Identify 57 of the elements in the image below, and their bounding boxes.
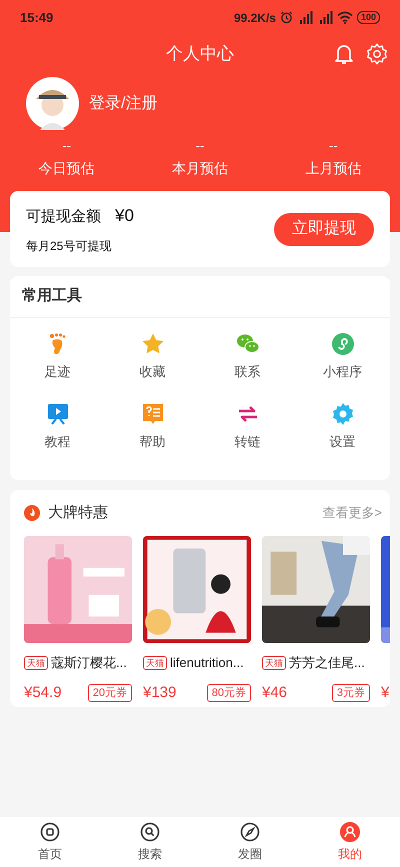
video-board-icon	[46, 402, 70, 426]
stat-value: --	[328, 138, 338, 154]
product-price: ¥46	[262, 683, 288, 703]
product-name[interactable]: 蔻斯汀樱花...	[51, 653, 127, 673]
stat-value: --	[196, 138, 204, 154]
withdraw-note: 每月25号可提现	[26, 238, 112, 255]
coupon-tag: 80元券	[206, 684, 251, 702]
alarm-icon	[280, 11, 293, 24]
stat-label: 本月预估	[172, 159, 228, 178]
section-title: 大牌特惠	[48, 502, 108, 523]
tmall-tag: 天猫	[143, 656, 167, 670]
tool-item[interactable]: 设置	[295, 402, 390, 472]
tool-item[interactable]: 收藏	[105, 332, 200, 402]
tool-item[interactable]: 帮助	[105, 402, 200, 472]
star-icon	[140, 332, 164, 356]
tool-item[interactable]: 小程序	[295, 332, 390, 402]
withdraw-amount: ¥0	[115, 205, 134, 228]
tool-item[interactable]: 联系	[200, 332, 295, 402]
compass-icon	[240, 822, 260, 842]
settings-icon[interactable]	[366, 43, 388, 65]
product-price: ¥54.9	[24, 683, 62, 703]
tmall-tag: 天猫	[24, 656, 48, 670]
tmall-tag: 天猫	[262, 656, 286, 670]
link-circle-icon	[330, 332, 354, 356]
nav-tab[interactable]: 首页	[0, 817, 100, 867]
stat-label: 今日预估	[38, 159, 95, 178]
withdraw-button[interactable]: 立即提现	[274, 212, 374, 246]
wifi-icon	[336, 11, 353, 24]
tool-item[interactable]: 教程	[10, 402, 105, 472]
network-speed: 99.2K/s	[234, 10, 276, 26]
stat-value: --	[62, 138, 71, 154]
home-circle-icon	[40, 822, 60, 842]
help-list-icon	[140, 402, 164, 426]
tool-item[interactable]: 转链	[200, 402, 295, 472]
withdraw-label: 可提现金额	[26, 207, 101, 228]
product-name[interactable]: lifenutrition...	[170, 653, 244, 673]
user-icon	[340, 822, 360, 842]
status-time: 15:49	[20, 8, 54, 27]
avatar-icon[interactable]	[26, 77, 79, 130]
stat-label: 上月预估	[305, 159, 362, 178]
coupon-tag: 3元券	[332, 684, 370, 702]
section-title: 常用工具	[22, 286, 82, 306]
battery-indicator: 100	[356, 11, 380, 24]
gear-icon	[330, 402, 354, 426]
search-icon	[140, 822, 160, 842]
tool-item[interactable]: 足迹	[10, 332, 105, 402]
flame-icon	[24, 505, 40, 521]
coupon-tag: 20元券	[88, 684, 132, 702]
login-register-link[interactable]: 登录/注册	[89, 92, 158, 116]
nav-tab[interactable]: 我的	[300, 817, 400, 867]
page-title: 个人中心	[166, 43, 234, 66]
nav-tab[interactable]: 发圈	[200, 817, 300, 867]
product-name[interactable]: 芳芳之佳尾...	[289, 653, 365, 673]
product-price: ¥	[381, 683, 390, 703]
product-price: ¥139	[143, 683, 176, 703]
bell-icon[interactable]	[334, 43, 354, 65]
nav-tab[interactable]: 搜索	[100, 817, 200, 867]
